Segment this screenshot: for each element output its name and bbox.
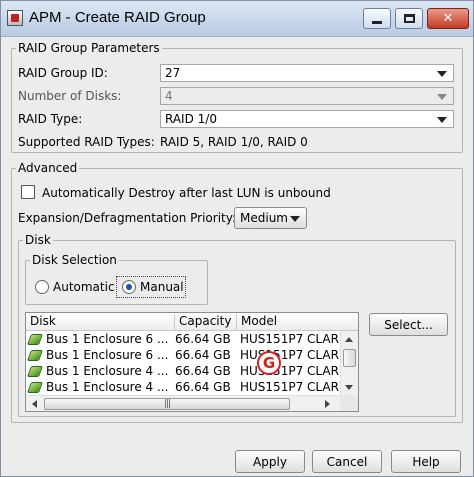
disk-icon [26, 366, 44, 377]
vertical-scroll-thumb[interactable] [343, 349, 356, 367]
column-header-capacity[interactable]: Capacity [175, 314, 237, 330]
number-of-disks-value: 4 [165, 89, 173, 103]
disk-cell: Bus 1 Enclosure 4 ... [46, 380, 169, 394]
disk-selection-legend: Disk Selection [32, 253, 117, 267]
dropdown-arrow-icon [437, 117, 447, 123]
raid-type-value: RAID 1/0 [165, 112, 217, 126]
disk-table[interactable]: Disk Capacity Model Bus 1 Enclosure 6 ..… [25, 312, 359, 412]
disk-table-horizontal-scrollbar[interactable]: ||| [26, 395, 358, 411]
select-disks-button[interactable]: Select... [369, 313, 448, 336]
create-raid-group-dialog: APM - Create RAID Group ✕ RAID Group Par… [0, 0, 474, 477]
raid-type-dropdown[interactable]: RAID 1/0 [160, 110, 454, 128]
raid-type-label: RAID Type: [18, 112, 83, 126]
number-of-disks-label: Number of Disks: [18, 89, 122, 103]
help-button[interactable]: Help [391, 450, 461, 473]
automatic-radio[interactable] [35, 280, 49, 294]
close-button[interactable]: ✕ [427, 8, 469, 29]
disk-cell: Bus 1 Enclosure 6 ... [46, 348, 169, 362]
raid-group-id-value: 27 [165, 66, 181, 80]
column-header-disk[interactable]: Disk [26, 314, 175, 330]
app-icon [7, 10, 23, 26]
scrollbar-corner [340, 395, 358, 411]
disk-table-vertical-scrollbar[interactable] [340, 331, 358, 395]
table-row[interactable]: Bus 1 Enclosure 4 ... 66.64 GB HUS151P7 … [26, 380, 340, 395]
scroll-left-arrow-icon[interactable] [32, 400, 37, 408]
title-bar[interactable]: APM - Create RAID Group ✕ [1, 1, 473, 37]
close-icon: ✕ [442, 11, 454, 26]
dropdown-arrow-icon [437, 94, 447, 100]
column-header-model[interactable]: Model [237, 314, 358, 330]
auto-destroy-label[interactable]: Automatically Destroy after last LUN is … [42, 186, 331, 200]
model-cell: HUS151P7 CLAR7 [240, 364, 340, 378]
disk-cell: Bus 1 Enclosure 6 ... [46, 332, 169, 346]
disk-icon [26, 382, 44, 393]
disk-legend: Disk [25, 233, 51, 247]
scroll-down-arrow-icon[interactable] [345, 385, 353, 390]
maximize-button[interactable] [395, 8, 423, 29]
minimize-button[interactable] [363, 8, 391, 29]
raid-group-id-label: RAID Group ID: [18, 66, 108, 80]
capacity-cell: 66.64 GB [175, 380, 231, 394]
capacity-cell: 66.64 GB [175, 364, 231, 378]
model-cell: HUS151P7 CLAR7 [240, 348, 340, 362]
disk-cell: Bus 1 Enclosure 4 ... [46, 364, 169, 378]
capacity-cell: 66.64 GB [175, 332, 231, 346]
capacity-cell: 66.64 GB [175, 348, 231, 362]
number-of-disks-dropdown: 4 [160, 87, 454, 105]
advanced-legend: Advanced [18, 161, 78, 175]
supported-raid-types-value: RAID 5, RAID 1/0, RAID 0 [160, 135, 308, 149]
auto-destroy-checkbox[interactable] [21, 185, 35, 199]
raid-group-parameters-legend: RAID Group Parameters [18, 41, 160, 55]
supported-raid-types-label: Supported RAID Types: [18, 135, 155, 149]
apply-button[interactable]: Apply [235, 450, 305, 473]
scroll-right-arrow-icon[interactable] [325, 400, 330, 408]
model-cell: HUS151P7 CLAR7 [240, 332, 340, 346]
disk-icon [26, 350, 44, 361]
disk-icon [26, 334, 44, 345]
manual-label[interactable]: Manual [140, 280, 184, 294]
dropdown-arrow-icon [290, 216, 300, 222]
priority-dropdown[interactable]: Medium [234, 207, 307, 229]
dropdown-arrow-icon [437, 71, 447, 77]
table-row[interactable]: Bus 1 Enclosure 6 ... 66.64 GB HUS151P7 … [26, 332, 340, 348]
scroll-up-arrow-icon[interactable] [345, 337, 353, 342]
window-title: APM - Create RAID Group [29, 9, 206, 26]
cursor-overlay-icon: G [257, 351, 281, 375]
table-row[interactable]: Bus 1 Enclosure 6 ... 66.64 GB HUS151P7 … [26, 348, 340, 364]
priority-label: Expansion/Defragmentation Priority: [18, 211, 237, 225]
cancel-button[interactable]: Cancel [312, 450, 382, 473]
disk-table-header: Disk Capacity Model [26, 313, 358, 331]
table-row[interactable]: Bus 1 Enclosure 4 ... 66.64 GB HUS151P7 … [26, 364, 340, 380]
horizontal-scroll-thumb[interactable]: ||| [44, 398, 290, 410]
model-cell: HUS151P7 CLAR7 [240, 380, 340, 394]
raid-group-id-dropdown[interactable]: 27 [160, 64, 454, 82]
maximize-icon [403, 14, 415, 23]
minimize-icon [372, 20, 382, 24]
automatic-label[interactable]: Automatic [53, 280, 115, 294]
priority-value: Medium [240, 211, 288, 225]
